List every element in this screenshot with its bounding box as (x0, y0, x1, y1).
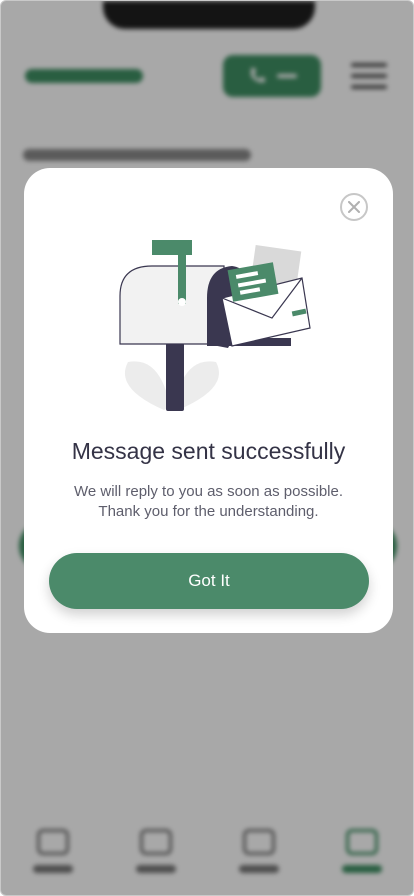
close-button[interactable] (340, 193, 368, 221)
modal-title: Message sent successfully (71, 438, 346, 464)
phone-screen: Message sent successfully We will reply … (0, 0, 414, 896)
modal-message-line-2: Thank you for the understanding. (98, 503, 319, 520)
got-it-button[interactable]: Got It (49, 553, 369, 609)
modal-message-line-1: We will reply to you as soon as possible… (73, 483, 344, 500)
success-modal: Message sent successfully We will reply … (24, 168, 393, 633)
close-icon (348, 201, 360, 213)
mailbox-illustration (119, 240, 311, 411)
modal-message: We will reply to you as soon as possible… (24, 482, 393, 522)
